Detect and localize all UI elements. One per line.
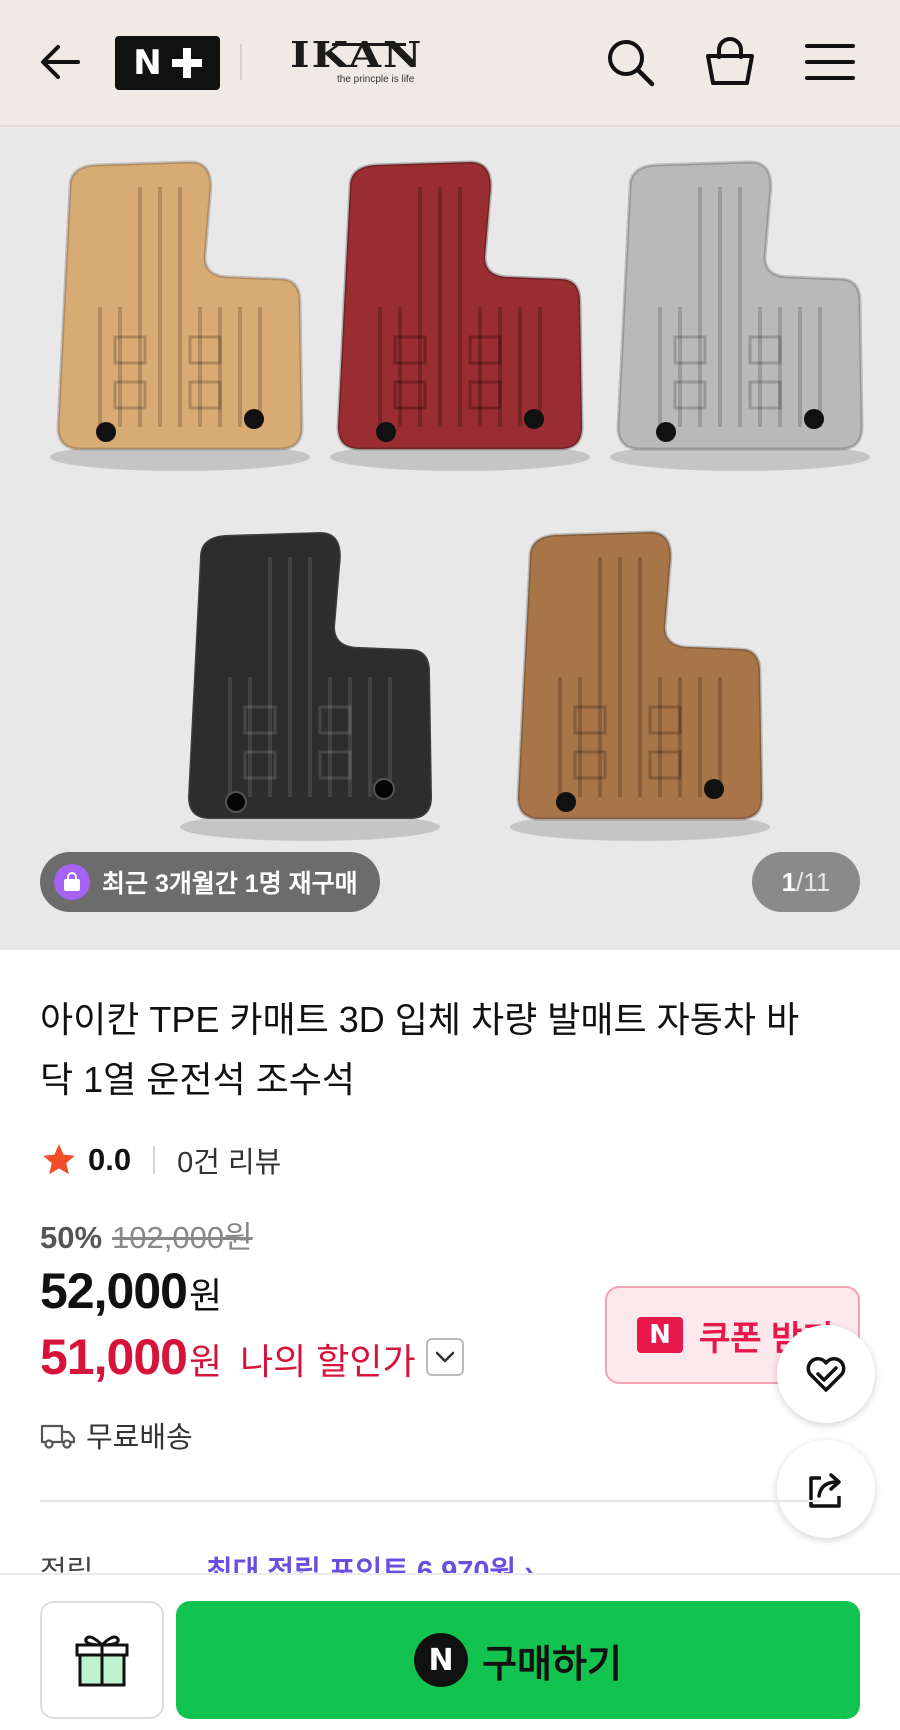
chevron-down-icon	[435, 1351, 454, 1363]
sale-price-unit: 원	[188, 1275, 223, 1316]
bottom-action-bar: N 구매하기	[0, 1573, 900, 1730]
shopping-bag-icon	[706, 37, 754, 85]
rating-row[interactable]: 0.0 0건 리뷰	[40, 1140, 281, 1180]
my-price-amount: 51,000	[40, 1329, 188, 1385]
my-price-label: 나의 할인가	[240, 1341, 416, 1382]
rating-score: 0.0	[88, 1142, 132, 1177]
back-button[interactable]	[26, 28, 94, 96]
naver-pay-icon: N	[414, 1633, 469, 1687]
hamburger-menu-icon	[805, 44, 855, 80]
my-discount-price: 51,000 원 나의 할인가	[40, 1328, 464, 1386]
menu-button[interactable]	[796, 28, 864, 96]
plus-icon	[171, 48, 202, 78]
star-icon	[43, 1144, 75, 1175]
review-count-link[interactable]: 0건 리뷰	[177, 1139, 281, 1181]
discount-row: 50% 102,000원	[40, 1212, 253, 1257]
shipping-info: 무료배송	[40, 1414, 193, 1456]
search-button[interactable]	[596, 28, 664, 96]
rating-divider	[153, 1146, 156, 1174]
favorite-button[interactable]	[777, 1325, 875, 1423]
heart-check-icon	[806, 1357, 846, 1392]
brand-name: IKAN	[290, 33, 424, 76]
floor-mat-black	[180, 530, 440, 841]
floor-mat-gray	[610, 160, 870, 471]
product-image-gallery[interactable]	[0, 127, 900, 950]
pager-total: 11	[803, 866, 831, 897]
buy-now-label: 구매하기	[482, 1643, 622, 1686]
shipping-text: 무료배송	[86, 1422, 193, 1454]
nplus-logo-text: N	[133, 43, 162, 83]
repurchase-text: 최근 3개월간 1명 재구매	[102, 870, 358, 898]
sale-price: 52,000 원	[40, 1262, 222, 1320]
expand-discount-button[interactable]	[425, 1338, 464, 1376]
gift-icon	[75, 1635, 129, 1687]
header-divider	[240, 44, 242, 80]
pager-current: 1	[781, 866, 797, 897]
shopping-bag-badge-icon	[54, 864, 90, 900]
share-button[interactable]	[777, 1440, 875, 1538]
floor-mat-wine	[330, 160, 590, 471]
top-header: N IKAN the princple is life	[0, 0, 900, 127]
discount-rate: 50%	[40, 1220, 103, 1255]
section-divider	[40, 1500, 820, 1502]
shopping-bag-button[interactable]	[696, 28, 764, 96]
sale-price-amount: 52,000	[40, 1263, 188, 1319]
repurchase-badge: 최근 3개월간 1명 재구매	[40, 852, 380, 912]
delivery-truck-icon	[40, 1424, 76, 1449]
back-arrow-icon	[41, 45, 80, 79]
brand-tagline: the princple is life	[337, 74, 415, 85]
image-pager: 1 / 11	[752, 852, 860, 912]
pager-separator: /	[796, 866, 804, 897]
share-icon	[809, 1473, 841, 1508]
original-price: 102,000원	[112, 1220, 253, 1255]
my-price-unit: 원	[188, 1341, 223, 1382]
floor-mat-beige	[50, 160, 310, 471]
gift-button[interactable]	[40, 1601, 164, 1719]
floor-mat-brown	[510, 530, 770, 841]
search-icon	[608, 40, 655, 87]
naver-n-icon: N	[637, 1317, 683, 1353]
buy-now-button[interactable]: N 구매하기	[176, 1601, 860, 1719]
brand-logo[interactable]: IKAN the princple is life	[290, 33, 424, 88]
nplus-store-logo[interactable]: N	[115, 36, 220, 90]
product-title: 아이칸 TPE 카매트 3D 입체 차량 발매트 자동차 바닥 1열 운전석 조…	[40, 999, 800, 1100]
